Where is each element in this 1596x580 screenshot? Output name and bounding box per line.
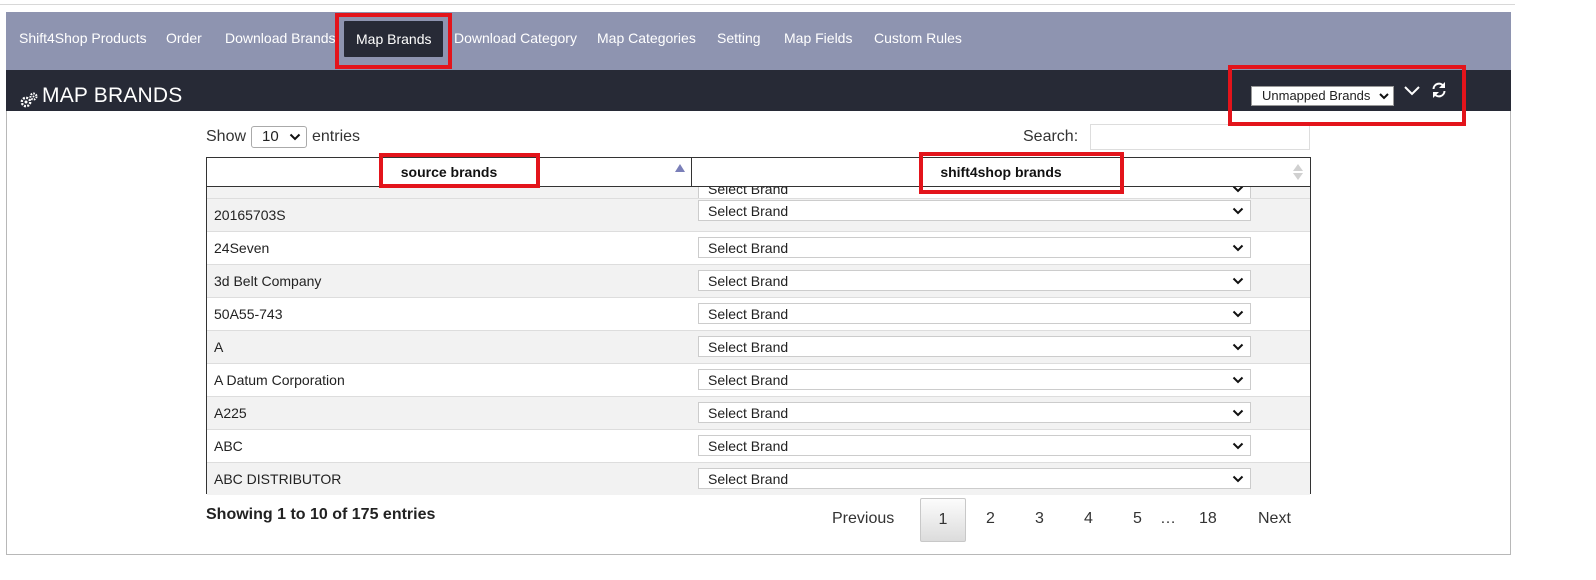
chevron-down-icon xyxy=(1232,207,1244,215)
source-brand-cell: 3d Belt Company xyxy=(214,273,322,289)
brand-select-value: Select Brand xyxy=(708,438,789,454)
nav-item-download-brands[interactable]: Download Brands xyxy=(225,12,336,64)
nav-item-map-brands[interactable]: Map Brands xyxy=(344,21,444,57)
chevron-down-icon xyxy=(1232,376,1244,384)
brand-select[interactable]: Select Brand xyxy=(698,369,1251,390)
brand-select-value: Select Brand xyxy=(708,306,789,322)
pagination-page-4[interactable]: 4 xyxy=(1084,510,1093,528)
top-divider xyxy=(0,4,1515,5)
chevron-down-icon xyxy=(1232,187,1244,193)
chevron-down-icon xyxy=(1232,409,1244,417)
show-label: Show xyxy=(206,128,247,145)
nav-item-download-category[interactable]: Download Category xyxy=(454,12,577,64)
entries-per-page-value: 10 xyxy=(262,128,279,145)
table-header: source brands shift4shop brands xyxy=(207,158,1310,187)
pagination-page-1[interactable]: 1 xyxy=(920,498,966,542)
nav-bar: Shift4Shop Products Order Download Brand… xyxy=(6,12,1511,70)
brand-select-value: Select Brand xyxy=(708,187,789,197)
source-brand-cell: ABC xyxy=(214,438,243,454)
table-row: 50A55-743 Select Brand xyxy=(207,297,1310,330)
pagination-page-2[interactable]: 2 xyxy=(986,510,995,528)
pagination-page-label: 1 xyxy=(938,511,948,528)
brand-select[interactable]: Select Brand xyxy=(698,468,1251,489)
chevron-down-icon xyxy=(1232,310,1244,318)
nav-item-order[interactable]: Order xyxy=(166,12,202,64)
source-brand-cell: A225 xyxy=(214,405,247,421)
table-row: A225 Select Brand xyxy=(207,396,1310,429)
pagination-page-5[interactable]: 5 xyxy=(1133,510,1142,528)
brand-select-value: Select Brand xyxy=(708,203,789,219)
table-row: 24Seven Select Brand xyxy=(207,231,1310,264)
table-info: Showing 1 to 10 of 175 entries xyxy=(206,506,436,523)
nav-item-map-fields[interactable]: Map Fields xyxy=(784,12,852,64)
pagination-next[interactable]: Next xyxy=(1258,510,1291,528)
chevron-down-icon xyxy=(289,133,301,141)
chevron-down-icon xyxy=(1232,343,1244,351)
table-row: 20165703S Select Brand xyxy=(207,198,1310,231)
source-brand-cell: 50A55-743 xyxy=(214,306,283,322)
brand-select[interactable]: Select Brand xyxy=(698,200,1251,221)
brand-select-value: Select Brand xyxy=(708,471,789,487)
pagination-page-18[interactable]: 18 xyxy=(1199,510,1217,528)
table-row: 3d Belt Company Select Brand xyxy=(207,264,1310,297)
sort-both-icon xyxy=(1293,164,1303,180)
brand-select[interactable]: Select Brand xyxy=(698,270,1251,291)
sort-ascending-icon xyxy=(675,164,685,172)
nav-item-setting[interactable]: Setting xyxy=(717,12,761,64)
search-input[interactable] xyxy=(1090,124,1310,150)
column-header-label: shift4shop brands xyxy=(940,164,1062,180)
column-header-label: source brands xyxy=(400,164,498,180)
brand-select-value: Select Brand xyxy=(708,372,789,388)
pagination-ellipsis: … xyxy=(1160,510,1176,527)
table-row: A Select Brand xyxy=(207,330,1310,363)
brand-select[interactable]: Select Brand xyxy=(698,402,1251,423)
nav-item-custom-rules[interactable]: Custom Rules xyxy=(874,12,962,64)
brand-select[interactable]: Select Brand xyxy=(698,435,1251,456)
brand-select[interactable]: Select Brand xyxy=(698,303,1251,324)
brand-select-value: Select Brand xyxy=(708,405,789,421)
source-brand-cell: 20165703S xyxy=(214,207,286,223)
refresh-icon[interactable] xyxy=(1430,81,1448,99)
entries-label: entries xyxy=(312,128,361,145)
chevron-down-icon xyxy=(1379,93,1389,100)
column-header-shift4shop-brands[interactable]: shift4shop brands xyxy=(692,158,1310,186)
source-brand-cell: A Datum Corporation xyxy=(214,372,345,388)
brand-filter-select[interactable]: Unmapped Brands xyxy=(1251,86,1394,106)
column-header-source-brands[interactable]: source brands xyxy=(207,158,691,186)
pagination-page-3[interactable]: 3 xyxy=(1035,510,1044,528)
chevron-down-icon xyxy=(1232,244,1244,252)
page-title: MAP BRANDS xyxy=(42,84,183,107)
brand-select-value: Select Brand xyxy=(708,339,789,355)
chevron-down-icon xyxy=(1232,442,1244,450)
brand-select-value: Select Brand xyxy=(708,273,789,289)
brand-select[interactable]: Select Brand xyxy=(698,237,1251,258)
table-row: ABC Select Brand xyxy=(207,429,1310,462)
source-brand-cell: 24Seven xyxy=(214,240,270,256)
pagination-previous[interactable]: Previous xyxy=(832,510,894,528)
gears-icon xyxy=(20,92,38,108)
chevron-down-icon xyxy=(1232,277,1244,285)
brand-select-value: Select Brand xyxy=(708,240,789,256)
brand-select[interactable]: Select Brand xyxy=(698,336,1251,357)
nav-item-shift4shop-products[interactable]: Shift4Shop Products xyxy=(19,12,147,64)
entries-per-page-select[interactable]: 10 xyxy=(251,126,307,148)
table-row: ABC DISTRIBUTOR Select Brand xyxy=(207,462,1310,495)
search-label: Search: xyxy=(1023,128,1079,145)
chevron-down-icon xyxy=(1232,475,1244,483)
source-brand-cell: ABC DISTRIBUTOR xyxy=(214,471,342,487)
table-row: A Datum Corporation Select Brand xyxy=(207,363,1310,396)
brand-filter-value: Unmapped Brands xyxy=(1262,88,1371,103)
brands-table: source brands shift4shop brands Select B… xyxy=(206,157,1311,495)
collapse-chevron-icon[interactable] xyxy=(1403,82,1421,98)
source-brand-cell: A xyxy=(214,339,224,355)
nav-item-map-categories[interactable]: Map Categories xyxy=(597,12,696,64)
